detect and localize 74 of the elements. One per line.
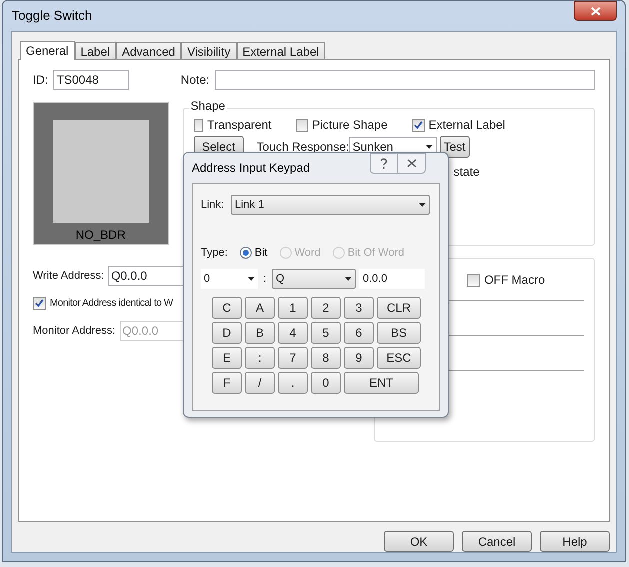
keypad-key[interactable]: D (212, 322, 242, 344)
keypad-title: Address Input Keypad (192, 160, 310, 177)
checkbox[interactable] (467, 274, 480, 286)
type-label: Type: (201, 246, 228, 261)
hint-text: state (454, 164, 481, 181)
keypad-key[interactable]: 3 (344, 297, 374, 319)
help-icon (380, 158, 388, 170)
radio-label: Bit (254, 246, 268, 261)
checkbox-label: External Label (428, 117, 506, 134)
caret-icon (419, 203, 426, 207)
close-button[interactable] (574, 1, 617, 21)
write-address-label: Write Address: (33, 268, 104, 284)
checkbox[interactable] (296, 118, 308, 132)
keypad-key[interactable]: 7 (278, 347, 308, 369)
address-field[interactable]: 0.0.0 (359, 269, 425, 289)
link-label: Link: (201, 198, 226, 213)
keypad-key[interactable]: ESC (377, 347, 421, 369)
keypad-key[interactable]: 9 (344, 347, 374, 369)
radio-label: Bit Of Word (348, 246, 404, 261)
preview-label: NO_BDR (76, 227, 126, 244)
keypad-key[interactable]: ENT (344, 372, 419, 394)
keypad-key[interactable]: 4 (278, 322, 308, 344)
keypad-key[interactable]: 5 (311, 322, 341, 344)
tab[interactable]: External Label (236, 42, 326, 59)
keypad-key[interactable]: 8 (311, 347, 341, 369)
id-field[interactable]: TS0048 (52, 70, 129, 90)
station-dropdown[interactable]: 0 (201, 269, 258, 289)
keypad-key[interactable]: 0 (311, 372, 341, 394)
keypad-key[interactable]: 2 (311, 297, 341, 319)
note-label: Note: (180, 72, 211, 89)
tab[interactable]: Label (74, 42, 116, 59)
keypad-key[interactable]: CLR (377, 297, 421, 319)
keypad-key[interactable]: 1 (278, 297, 308, 319)
touch-response-label: Touch Response: (256, 139, 349, 156)
checkbox[interactable] (412, 118, 425, 132)
tab[interactable]: Visibility (181, 42, 237, 59)
keypad-key[interactable]: B (245, 322, 275, 344)
radio-button[interactable] (240, 247, 252, 259)
checkbox-label: Picture Shape (312, 117, 388, 134)
dialog-button[interactable]: Help (540, 531, 610, 552)
keypad-key[interactable]: : (245, 347, 275, 369)
tab[interactable]: General (20, 41, 75, 60)
caret-icon (248, 277, 255, 281)
keypad-key[interactable]: . (278, 372, 308, 394)
keypad-key[interactable]: E (212, 347, 242, 369)
keypad-key[interactable]: 6 (344, 322, 374, 344)
keypad-key[interactable]: / (245, 372, 275, 394)
dialog-button[interactable]: OK (384, 531, 454, 552)
caret-icon (345, 277, 352, 281)
link-dropdown[interactable]: Link 1 (231, 195, 430, 215)
checkbox[interactable] (194, 118, 204, 132)
monitor-address-label: Monitor Address: (33, 324, 116, 339)
checkbox[interactable] (33, 297, 46, 310)
close-button[interactable] (398, 153, 426, 174)
dialog-button[interactable]: Cancel (462, 531, 532, 552)
checkbox-label: Transparent (207, 117, 272, 134)
close-icon (590, 6, 600, 16)
checkbox-label: Monitor Address identical to W (50, 297, 174, 311)
close-icon (406, 159, 416, 168)
keypad-key[interactable]: C (212, 297, 242, 319)
id-label: ID: (33, 72, 50, 89)
radio-label: Word (294, 246, 321, 261)
help-button[interactable] (370, 153, 398, 174)
tab[interactable]: Advanced (116, 42, 182, 59)
checkbox-label: OFF Macro (484, 272, 546, 289)
keypad-key[interactable]: F (212, 372, 242, 394)
keypad-key[interactable]: A (245, 297, 275, 319)
caret-icon (426, 145, 433, 149)
keypad-key[interactable]: BS (377, 322, 421, 344)
device-dropdown[interactable]: Q (272, 269, 356, 289)
window-title: Toggle Switch (11, 7, 92, 26)
separator-text: : (262, 272, 268, 287)
test-button[interactable]: Test (440, 136, 470, 158)
note-field[interactable] (214, 70, 595, 90)
